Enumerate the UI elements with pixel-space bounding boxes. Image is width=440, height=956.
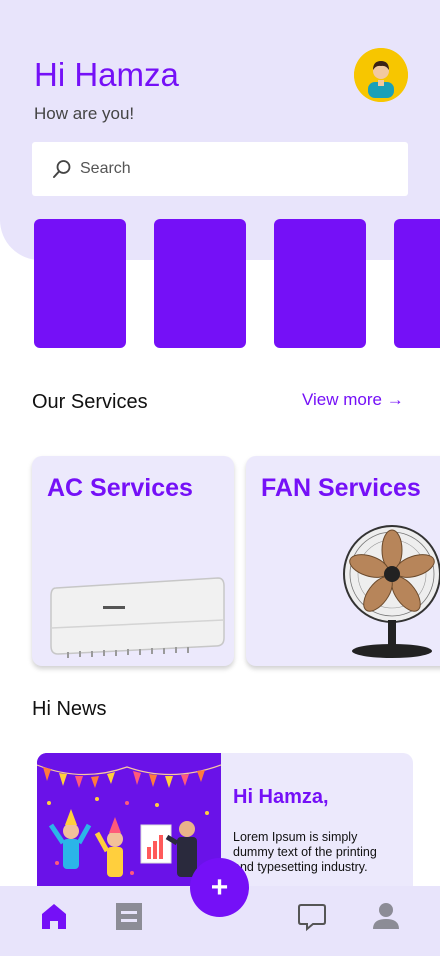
chat-icon [298, 904, 326, 932]
list-icon [116, 903, 142, 930]
nav-profile[interactable] [370, 900, 402, 932]
view-more-link[interactable]: View more → [302, 390, 404, 410]
search-icon [53, 160, 71, 178]
avatar[interactable] [354, 48, 408, 102]
home-icon [42, 904, 66, 929]
greeting-subtitle: How are you! [34, 104, 135, 123]
nav-home[interactable] [38, 900, 70, 932]
service-card-fan[interactable]: FAN Services [246, 456, 440, 666]
news-section-title: Hi News [32, 698, 107, 720]
service-title: FAN Services [261, 474, 421, 502]
add-button[interactable]: + [190, 858, 249, 917]
nav-list[interactable] [113, 900, 145, 932]
services-section-title: Our Services [32, 391, 148, 413]
profile-icon [373, 903, 399, 929]
table-fan-image [343, 525, 440, 658]
category-card[interactable] [154, 219, 246, 348]
news-card-body: Lorem Ipsum is simply dummy text of the … [233, 830, 377, 874]
category-card[interactable] [34, 219, 126, 348]
category-card[interactable] [394, 219, 440, 348]
news-card-title: Hi Hamza, [233, 786, 329, 808]
air-conditioner-image [50, 577, 225, 658]
service-card-ac[interactable]: AC Services [32, 456, 234, 666]
nav-chat[interactable] [296, 900, 328, 932]
search-input[interactable] [80, 160, 360, 178]
service-title: AC Services [47, 474, 193, 502]
greeting-title: Hi Hamza [34, 56, 179, 93]
category-card[interactable] [274, 219, 366, 348]
search-bar[interactable] [32, 142, 408, 196]
user-avatar-icon [354, 48, 408, 102]
